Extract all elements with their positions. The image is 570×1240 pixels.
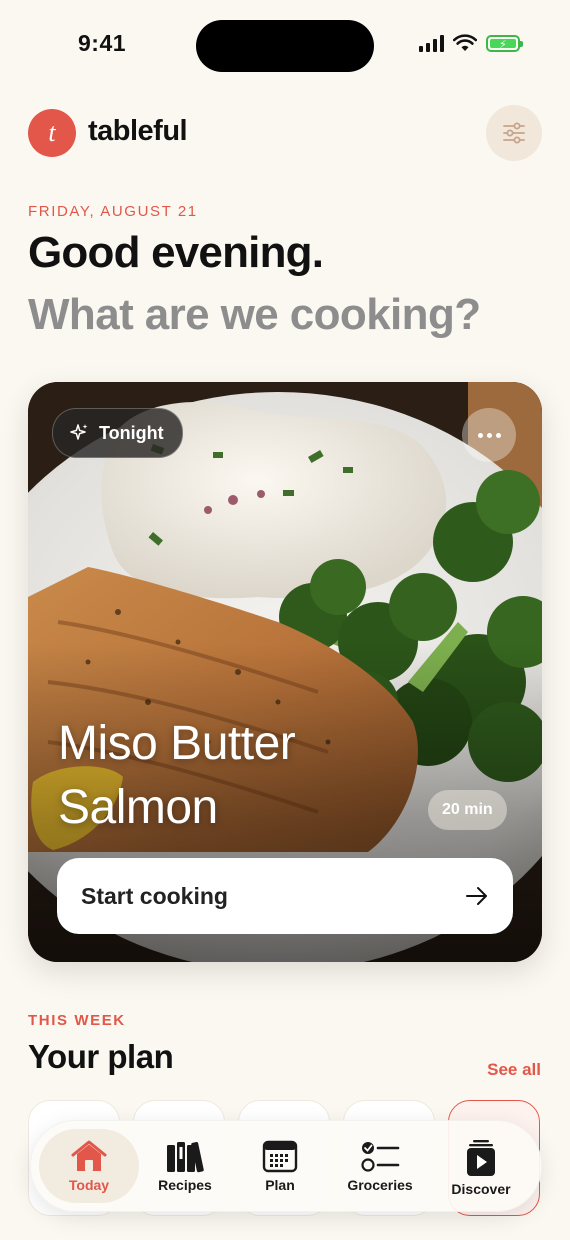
tab-bar: Today Recipes Plan Groceries Discover (30, 1120, 542, 1212)
more-icon (477, 432, 483, 438)
see-all-link[interactable]: See all (487, 1060, 541, 1080)
sliders-icon (503, 122, 525, 144)
tab-label: Today (68, 1177, 110, 1193)
filter-button[interactable] (486, 105, 542, 161)
checklist-icon (361, 1142, 400, 1172)
wifi-icon (453, 34, 477, 51)
tab-recipes[interactable]: Recipes (135, 1129, 235, 1203)
tab-plan[interactable]: Plan (230, 1129, 330, 1203)
dish-title-line1: Miso Butter (58, 717, 296, 770)
calendar-icon (262, 1140, 298, 1173)
more-button[interactable] (462, 408, 516, 462)
status-icons: ⚡ (419, 34, 523, 52)
tab-label: Discover (451, 1181, 511, 1197)
dish-title-line2: Salmon (58, 781, 218, 834)
duration-badge: 20 min (428, 790, 507, 830)
section-label: THIS WEEK (28, 1012, 126, 1029)
tab-discover[interactable]: Discover (431, 1129, 531, 1203)
dish-title: Miso Butter Salmon (58, 712, 398, 840)
play-icon (467, 1140, 495, 1176)
section-title: Your plan (28, 1038, 174, 1075)
tonight-badge: Tonight (52, 408, 183, 458)
status-bar: 9:41 ⚡ (0, 0, 570, 90)
date-label: FRIDAY, AUGUST 21 (28, 203, 198, 220)
greeting-title: Good evening. (28, 228, 324, 277)
tab-today[interactable]: Today (39, 1129, 139, 1203)
sparkle-icon (70, 424, 88, 440)
battery-icon: ⚡ (486, 34, 523, 52)
status-time: 9:41 (78, 30, 127, 56)
dynamic-island (196, 20, 374, 72)
logo-letter: t (48, 118, 56, 147)
tab-label: Groceries (347, 1177, 413, 1193)
tonight-badge-label: Tonight (99, 422, 164, 443)
brand-logo: t (28, 109, 76, 157)
arrow-right-icon (466, 887, 487, 905)
signal-icon (419, 34, 444, 52)
start-cooking-button[interactable]: Start cooking (57, 858, 513, 934)
brand-name: tableful (88, 115, 188, 147)
start-cooking-label: Start cooking (81, 882, 228, 909)
tab-groceries[interactable]: Groceries (330, 1129, 430, 1203)
greeting-subtitle: What are we cooking? (28, 290, 481, 339)
home-icon (71, 1140, 107, 1171)
tab-label: Plan (265, 1177, 295, 1193)
tab-label: Recipes (158, 1177, 212, 1193)
tonight-recipe-card[interactable]: Tonight Miso Butter Salmon 20 min Start … (28, 382, 542, 962)
books-icon (167, 1141, 204, 1173)
